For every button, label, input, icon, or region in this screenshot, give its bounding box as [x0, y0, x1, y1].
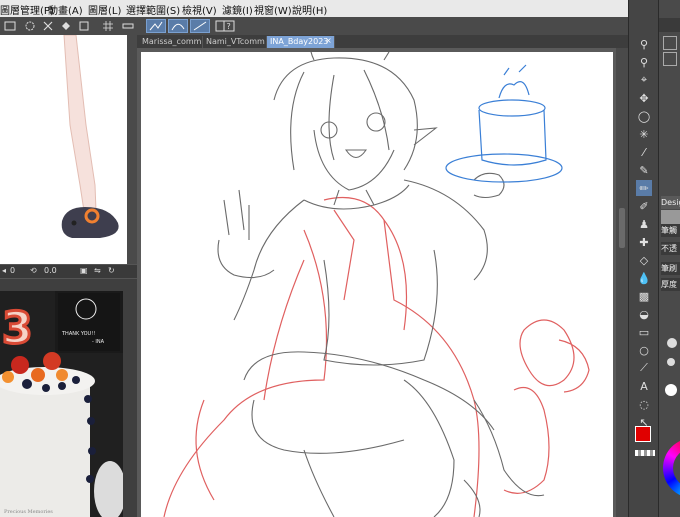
sub-view-bottom[interactable]: 3 THANK YOU!! - INA Precious Memories	[0, 291, 123, 517]
blue-cake-layer	[445, 64, 563, 183]
navigator-value-1: 0	[10, 266, 16, 275]
tab-marissa[interactable]: Marissa_comm	[139, 36, 203, 48]
sub-view-top[interactable]	[0, 35, 127, 264]
grid-icon[interactable]	[100, 19, 116, 33]
cake-number: 3	[2, 303, 33, 354]
transform-icon[interactable]	[76, 19, 92, 33]
property-thickness[interactable]: 厚度	[661, 278, 680, 291]
zoom-icon[interactable]: ⚲	[636, 36, 652, 52]
main-color-swatch[interactable]	[635, 426, 651, 442]
airbrush-icon[interactable]: ♟	[636, 216, 652, 232]
eyedropper-icon[interactable]: ⁄	[636, 144, 652, 160]
navigator-value-2: 0.0	[44, 266, 57, 275]
pen-icon[interactable]: ✎	[636, 162, 652, 178]
size-dot-1[interactable]	[667, 338, 677, 348]
clear-icon[interactable]	[40, 19, 56, 33]
property-stroke[interactable]: 筆觸	[661, 224, 680, 237]
menu-animation[interactable]: 動畫(A)	[48, 2, 83, 17]
cake-caption: Precious Memories	[4, 509, 53, 515]
blend-icon[interactable]: 💧	[636, 270, 652, 286]
sub-view-panel: ◂ 0 ⟲ 0.0 ▣ ⇋ ↻ 3 THANK YOU!! - INA Prec…	[0, 35, 137, 517]
note-line-1: THANK YOU!!	[61, 331, 95, 337]
balloon-icon[interactable]: ◌	[636, 396, 652, 412]
undo-icon[interactable]	[2, 19, 18, 33]
gradient-icon[interactable]: ◒	[636, 306, 652, 322]
sketch-drawing	[163, 52, 590, 517]
panel-pen-icon[interactable]	[663, 52, 677, 66]
tool-property-panel: Design 筆觸 不透 筆刷 厚度	[658, 0, 680, 517]
menu-selection[interactable]: 選擇範圍(S)	[126, 2, 180, 17]
leg-reference-image	[61, 35, 119, 238]
menu-filter[interactable]: 濾鏡(I)	[222, 2, 253, 17]
ruler-icon[interactable]	[120, 19, 136, 33]
ellipse-icon[interactable]: ○	[636, 342, 652, 358]
curve-icon[interactable]	[168, 19, 188, 33]
menu-view[interactable]: 檢視(V)	[182, 2, 217, 17]
canvas-area: Marissa_comm Nami_VTcomm INA_Bday2023 ×	[137, 35, 628, 517]
zoom-icon-2[interactable]: ⚲	[636, 54, 652, 70]
magic-wand-icon[interactable]: ✳	[636, 126, 652, 142]
stabilizer-icon[interactable]	[146, 19, 166, 33]
sub-view-navbar: ◂ 0 ⟲ 0.0 ▣ ⇋ ↻	[0, 264, 137, 279]
flip-icon[interactable]: ⇋	[94, 266, 101, 275]
tool-palette: ⚲ ⚲ ⌖ ✥ ◯ ✳ ⁄ ✎ ✏ ✐ ♟ ✚ ◇ 💧 ▩ ◒ ▭ ○ ⟋ A …	[628, 0, 659, 517]
property-opacity[interactable]: 不透	[661, 242, 680, 255]
pencil-icon[interactable]: ✏	[636, 180, 652, 196]
fit-icon[interactable]: ▣	[80, 266, 88, 275]
lasso-icon[interactable]: ◯	[636, 108, 652, 124]
operation-icon[interactable]: ⌖	[636, 72, 652, 88]
canvas-scroll-thumb[interactable]	[619, 208, 625, 248]
gray-lineart-layer	[217, 52, 545, 517]
command-bar: ?	[0, 17, 628, 36]
transparent-color-swatch[interactable]	[635, 450, 655, 456]
move-icon[interactable]: ✥	[636, 90, 652, 106]
document-tabs: Marissa_comm Nami_VTcomm INA_Bday2023 ×	[137, 35, 628, 48]
menu-layer-management[interactable]: 圖層管理(P)	[0, 2, 54, 17]
brush-preview	[661, 210, 680, 224]
svg-text:?: ?	[227, 22, 231, 31]
close-tab-icon[interactable]: ×	[325, 36, 332, 45]
zoom-out-icon[interactable]: ◂	[2, 266, 6, 275]
ruler-tool-icon[interactable]: ⟋	[636, 360, 652, 376]
brush-icon[interactable]: ✐	[636, 198, 652, 214]
menu-help[interactable]: 說明(H)	[292, 2, 327, 17]
drawing-canvas[interactable]	[141, 52, 613, 517]
shape-icon[interactable]: ▭	[636, 324, 652, 340]
cake-photo: 3 THANK YOU!! - INA Precious Memories	[0, 291, 123, 517]
panel-tool-icon[interactable]	[663, 36, 677, 50]
fill-icon[interactable]: ▩	[636, 288, 652, 304]
line-icon[interactable]	[190, 19, 210, 33]
property-brush[interactable]: 筆刷	[661, 262, 680, 275]
decoration-icon[interactable]: ✚	[636, 234, 652, 250]
eraser-icon[interactable]: ◇	[636, 252, 652, 268]
loading-icon[interactable]	[22, 19, 38, 33]
menu-layer[interactable]: 圖層(L)	[88, 2, 121, 17]
menu-window[interactable]: 視窗(W)	[254, 2, 292, 17]
menu-bar: 圖層管理(P) 動畫(A) 圖層(L) 選擇範圍(S) 檢視(V) 濾鏡(I) …	[0, 0, 628, 18]
note-line-2: - INA	[92, 339, 105, 345]
text-icon[interactable]: A	[636, 378, 652, 394]
help-icon[interactable]: ?	[222, 19, 236, 33]
fill-bucket-icon[interactable]	[58, 19, 74, 33]
sub-view-scrollbar[interactable]	[127, 35, 137, 264]
tab-nami[interactable]: Nami_VTcomm	[203, 36, 267, 48]
rotate-icon[interactable]: ⟲	[30, 266, 37, 275]
refresh-icon[interactable]: ↻	[108, 266, 115, 275]
red-sketch-layer	[163, 196, 590, 517]
panel-header	[659, 18, 680, 32]
panel-tab-design[interactable]: Design	[661, 196, 680, 209]
size-dot-3[interactable]	[665, 384, 677, 396]
size-dot-2[interactable]	[667, 358, 675, 366]
canvas-scrollbar[interactable]	[616, 48, 628, 517]
